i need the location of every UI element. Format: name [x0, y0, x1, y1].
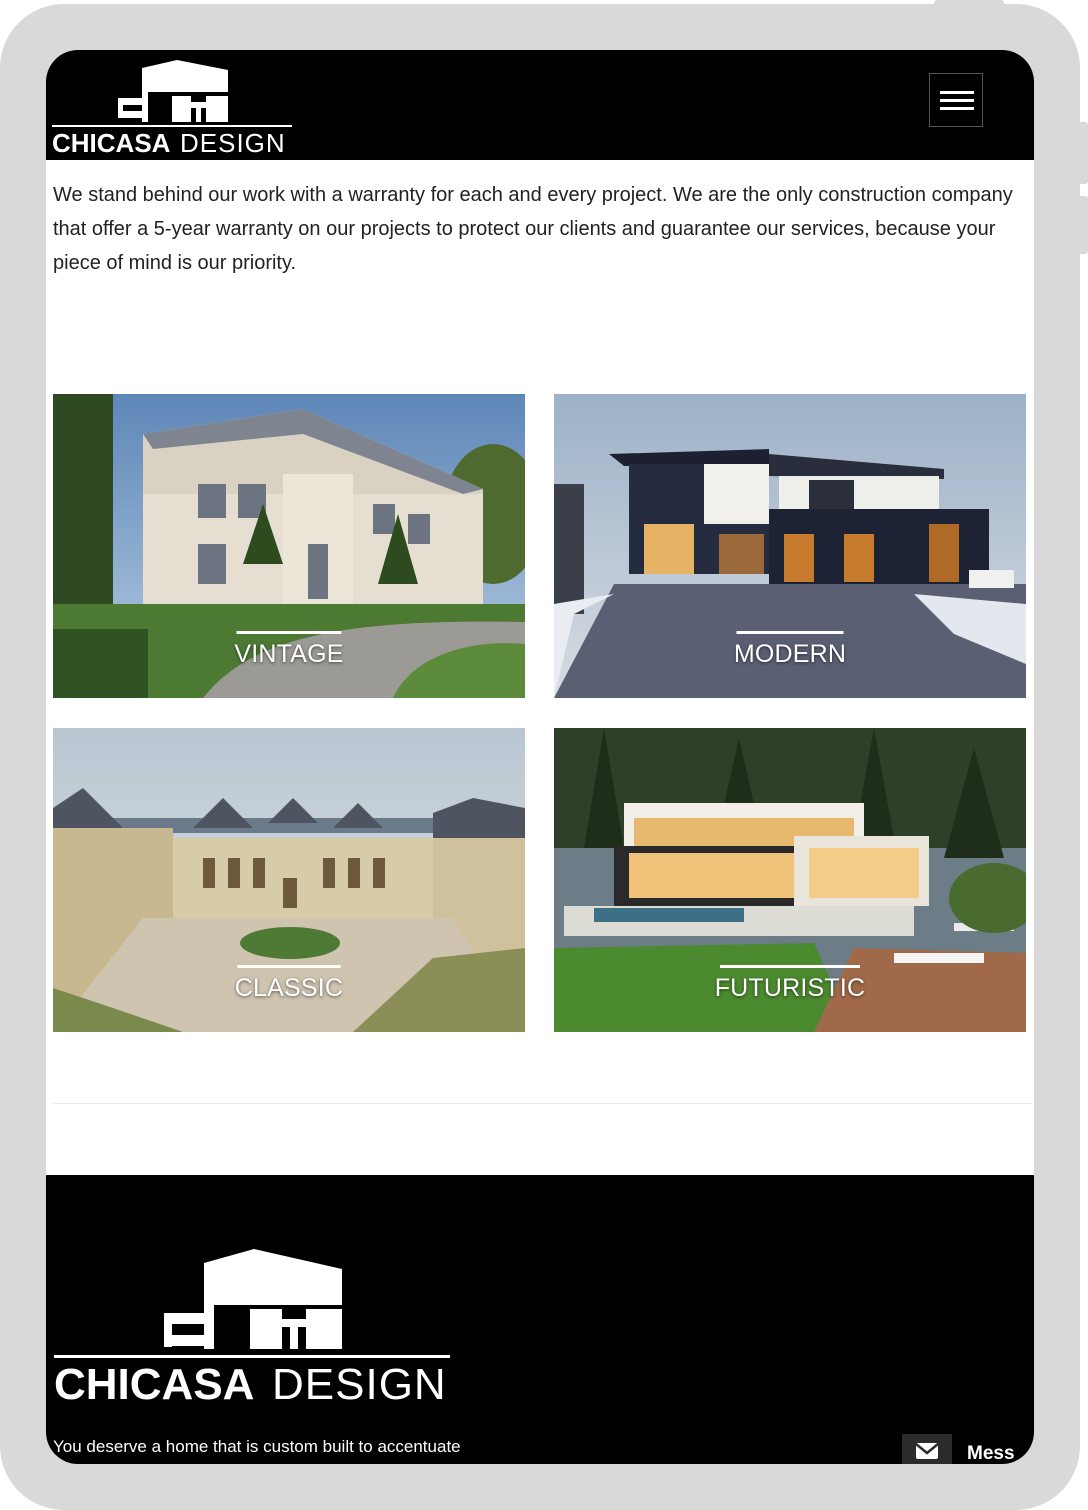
hamburger-menu-icon: [940, 91, 974, 94]
warranty-paragraph: We stand behind our work with a warranty…: [53, 184, 1013, 274]
section-divider: [53, 1103, 1033, 1104]
footer-logo[interactable]: CHICASA DESIGN: [54, 1243, 452, 1407]
style-label-classic: CLASSIC: [234, 974, 344, 1002]
label-underline: [720, 965, 860, 968]
label-underline: [237, 965, 341, 968]
style-card-futuristic[interactable]: FUTURISTIC: [554, 728, 1026, 1032]
envelope-icon: [915, 1443, 939, 1459]
logo-text-bold: CHICASA: [52, 128, 171, 156]
footer-tagline: You deserve a home that is custom built …: [53, 1437, 461, 1456]
hamburger-menu-icon-bar: [940, 99, 974, 102]
message-label[interactable]: Mess: [967, 1443, 1015, 1464]
style-label-futuristic: FUTURISTIC: [714, 974, 866, 1002]
site-footer: CHICASA DESIGN You deserve a home that i…: [46, 1175, 1034, 1464]
style-label-modern: MODERN: [733, 640, 847, 668]
footer-logo-text-bold: CHICASA: [54, 1360, 254, 1407]
tablet-volume-up-button: [1080, 122, 1088, 184]
footer-logo-text-light: DESIGN: [272, 1360, 447, 1407]
screen: CHICASA DESIGN We stand behind our work …: [46, 50, 1034, 1464]
style-label-vintage: VINTAGE: [234, 640, 344, 668]
logo-text-light: DESIGN: [180, 128, 286, 156]
tablet-volume-down-button: [1080, 196, 1088, 254]
style-card-classic[interactable]: CLASSIC: [53, 728, 525, 1032]
hamburger-menu-button[interactable]: [929, 73, 983, 127]
style-card-modern[interactable]: MODERN: [554, 394, 1026, 698]
label-underline: [736, 631, 844, 634]
message-button[interactable]: [902, 1434, 952, 1464]
site-header: CHICASA DESIGN: [46, 50, 1034, 160]
hamburger-menu-icon-bar: [940, 107, 974, 110]
label-underline: [236, 631, 342, 634]
style-card-vintage[interactable]: VINTAGE: [53, 394, 525, 698]
tablet-power-button: [934, 0, 1004, 6]
site-logo[interactable]: CHICASA DESIGN: [52, 56, 296, 156]
